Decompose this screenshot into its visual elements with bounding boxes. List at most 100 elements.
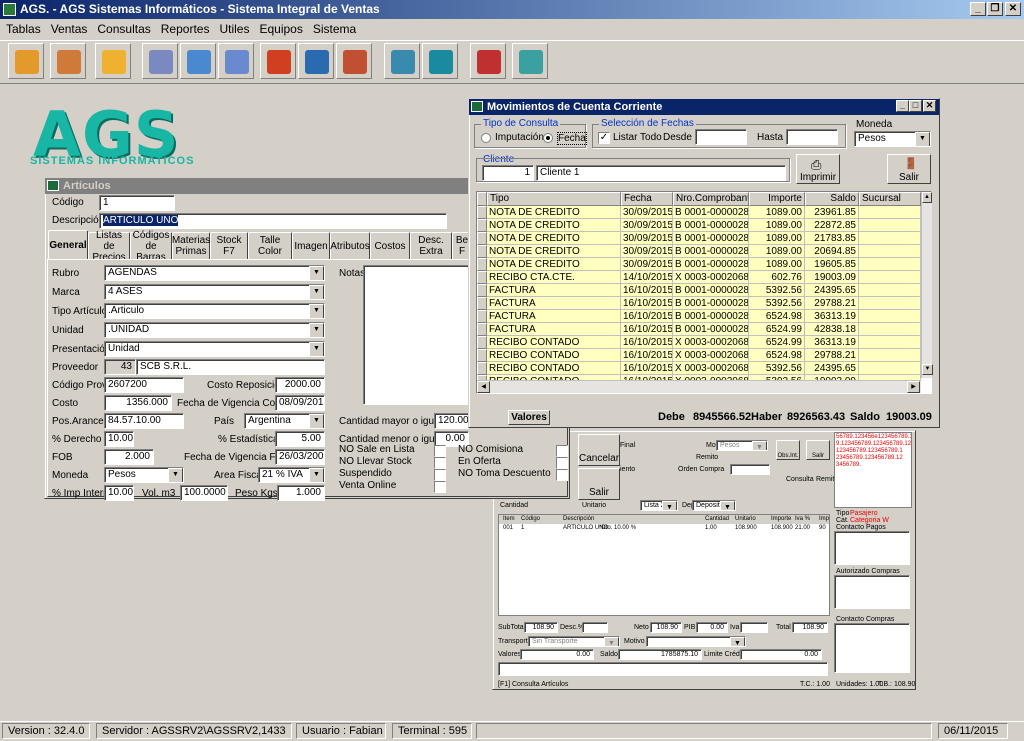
row-indicator[interactable] <box>477 284 487 297</box>
checkbox-1[interactable] <box>434 445 446 457</box>
codigo-prov-field[interactable]: 2607200 <box>104 377 184 393</box>
close-button[interactable]: ✕ <box>1005 2 1021 16</box>
toolbar-button-6[interactable] <box>218 43 254 79</box>
cancelar-button[interactable]: Cancelar <box>578 434 620 466</box>
row-indicator[interactable] <box>477 206 487 219</box>
cantidad-mayor-field[interactable]: 120.00 <box>434 413 469 429</box>
row-indicator[interactable] <box>477 310 487 323</box>
items-grid[interactable]: Item Código Descripción Cantidad Unitario Imp… <box>498 514 830 616</box>
menu-item-ventas[interactable]: Ventas <box>51 22 88 36</box>
grid-row[interactable]: FACTURA 16/10/2015 B 0001-00000287 6524.98 3… <box>477 310 921 323</box>
movimientos-grid[interactable]: Tipo Fecha Nro.Comprobante Importe Saldo Sucu… <box>476 191 933 394</box>
lista-select[interactable]: Lista 2 <box>640 500 678 511</box>
tab-6[interactable]: Talle Color <box>248 232 292 260</box>
vol-m3-field[interactable]: 100.0000 <box>180 485 228 501</box>
tab-4[interactable]: Materias Primas <box>172 232 210 260</box>
toolbar-button-13[interactable] <box>512 43 548 79</box>
proveedor-num-field[interactable]: 43 <box>104 359 136 375</box>
grid-vertical-scrollbar[interactable]: ▲ ▼ <box>921 192 933 378</box>
checkbox2-1[interactable] <box>556 445 568 457</box>
grid-row[interactable]: RECIBO CONTADO 16/10/2015 X 0003-00020687 6… <box>477 349 921 362</box>
row-indicator[interactable] <box>477 232 487 245</box>
grid-header-importe[interactable]: Importe <box>749 192 805 206</box>
fecha-vigencia-costo-field[interactable]: 08/09/2015 <box>275 395 325 411</box>
fecha-radio[interactable] <box>543 133 553 143</box>
toolbar-button-5[interactable] <box>180 43 216 79</box>
salir-ventas-button[interactable]: Salir <box>578 468 620 500</box>
salir-button[interactable]: 🚪 Salir <box>887 154 931 184</box>
toolbar-button-2[interactable] <box>50 43 86 79</box>
restore-button[interactable]: ❐ <box>987 2 1003 16</box>
row-indicator[interactable] <box>477 323 487 336</box>
grid-row[interactable]: FACTURA 16/10/2015 B 0001-00000285 5392.56 2… <box>477 284 921 297</box>
moneda-select[interactable]: Pesos <box>104 467 184 483</box>
menu-item-reportes[interactable]: Reportes <box>161 22 210 36</box>
obs-int-button[interactable]: Obs.Int. <box>776 440 800 460</box>
toolbar-button-3[interactable] <box>95 43 131 79</box>
toolbar-button-11[interactable] <box>422 43 458 79</box>
descripcion-field[interactable]: ARTICULO UNO <box>99 213 447 229</box>
grid-row[interactable]: NOTA DE CREDITO 30/09/2015 B 0001-00000283… <box>477 245 921 258</box>
costo-reposicion-field[interactable]: 2000.00 <box>275 377 325 393</box>
pais-select[interactable]: Argentina <box>244 413 325 429</box>
marca-select[interactable]: 4 ASES <box>104 284 325 300</box>
mov-minimize-button[interactable]: _ <box>896 100 909 112</box>
grid-row[interactable]: FACTURA 16/10/2015 B 0001-00000286 5392.56 2… <box>477 297 921 310</box>
grid-header-tipo[interactable]: Tipo <box>487 192 621 206</box>
rubro-select[interactable]: AGENDAS <box>104 265 325 281</box>
grid-row[interactable]: NOTA DE CREDITO 30/09/2015 B 0001-00000283… <box>477 258 921 271</box>
scroll-left-button[interactable]: ◀ <box>477 381 490 393</box>
area-fiscal-select[interactable]: 21 % IVA <box>258 467 325 483</box>
salir-small-button[interactable]: Salir <box>806 440 830 460</box>
menu-item-tablas[interactable]: Tablas <box>6 22 41 36</box>
contacto-pagos-field[interactable] <box>834 531 910 565</box>
grid-row[interactable]: NOTA DE CREDITO 30/09/2015 B 0001-00000283… <box>477 232 921 245</box>
imp-interno-field[interactable]: 10.00 <box>104 485 134 501</box>
moneda-select[interactable]: Pesos <box>716 440 768 451</box>
grid-row[interactable]: NOTA DE CREDITO 30/09/2015 B 0001-00000283… <box>477 219 921 232</box>
toolbar-button-1[interactable] <box>8 43 44 79</box>
unidad-select[interactable]: .UNIDAD <box>104 322 325 338</box>
imprimir-button[interactable]: ⎙ Imprimir <box>796 154 840 184</box>
desc-field[interactable] <box>582 622 608 633</box>
checkbox2-3[interactable] <box>556 469 568 481</box>
row-indicator[interactable] <box>477 349 487 362</box>
menu-item-equipos[interactable]: Equipos <box>259 22 302 36</box>
row-indicator[interactable] <box>477 219 487 232</box>
mov-close-button[interactable]: ✕ <box>923 100 936 112</box>
observaciones-text[interactable]: 56789.123456e123456789.12 9.123456789.12… <box>834 432 912 508</box>
tipo-articulo-select[interactable]: .Articulo <box>104 303 325 319</box>
proveedor-field[interactable]: SCB S.R.L. <box>136 359 325 375</box>
hasta-field[interactable] <box>786 129 838 145</box>
mov-maximize-button[interactable]: □ <box>909 100 922 112</box>
grid-header-nrocomprobante[interactable]: Nro.Comprobante <box>673 192 749 206</box>
row-indicator[interactable] <box>477 271 487 284</box>
scroll-right-button[interactable]: ▶ <box>907 381 920 393</box>
grid-row[interactable]: RECIBO CTA.CTE. 14/10/2015 X 0003-00020682… <box>477 271 921 284</box>
listar-todo-checkbox[interactable]: ✓ <box>598 132 610 144</box>
row-indicator[interactable] <box>477 258 487 271</box>
row-indicator[interactable] <box>477 362 487 375</box>
minimize-button[interactable]: _ <box>970 2 986 16</box>
contacto-compras-field[interactable] <box>834 623 910 673</box>
notas-textarea[interactable] <box>363 265 469 405</box>
row-indicator[interactable] <box>477 336 487 349</box>
presentacion-select[interactable]: Unidad <box>104 341 325 357</box>
fob-field[interactable]: 2.000 <box>104 449 154 465</box>
grid-header-saldo[interactable]: Saldo <box>805 192 859 206</box>
costo-field[interactable]: 1356.000 <box>104 395 172 411</box>
toolbar-button-12[interactable] <box>470 43 506 79</box>
row-indicator[interactable] <box>477 245 487 258</box>
derecho-field[interactable]: 10.00 <box>104 431 134 447</box>
grid-row[interactable]: RECIBO CONTADO 16/10/2015 X 0003-00020686 5… <box>477 362 921 375</box>
fecha-vigencia-fob-field[interactable]: 26/03/2009 <box>275 449 325 465</box>
pos-arance-field[interactable]: 84.57.10.00 <box>104 413 184 429</box>
tab-2[interactable]: Listas de Precios <box>88 230 130 263</box>
cliente-name-field[interactable]: Cliente 1 <box>536 165 786 181</box>
desde-field[interactable] <box>695 129 747 145</box>
imputacion-radio[interactable] <box>481 133 491 143</box>
menu-item-utiles[interactable]: Utiles <box>219 22 249 36</box>
tab-5[interactable]: Stock F7 <box>210 232 248 260</box>
menu-item-sistema[interactable]: Sistema <box>313 22 356 36</box>
estadisticas-field[interactable]: 5.00 <box>275 431 325 447</box>
